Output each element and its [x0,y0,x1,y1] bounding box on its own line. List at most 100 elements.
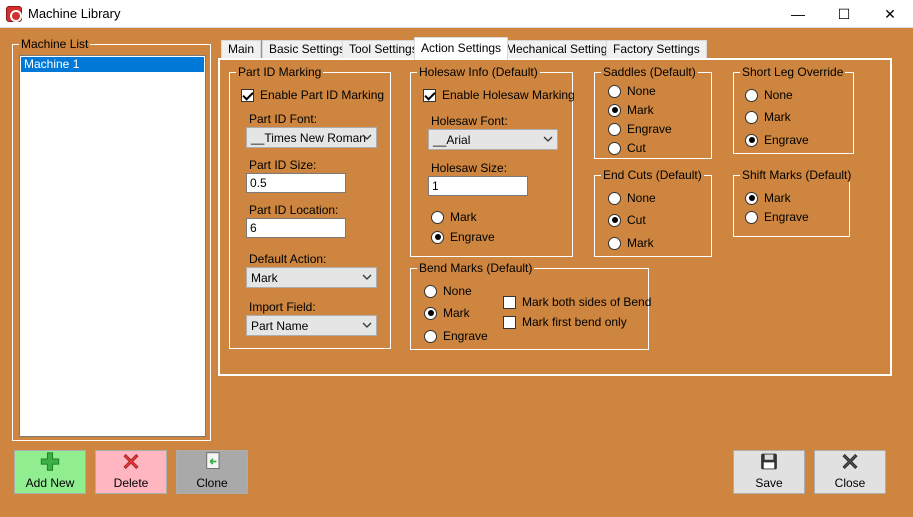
end-cuts-none-radio[interactable]: None [608,191,656,205]
radio-label: Cut [627,141,646,155]
radio-label: Mark [450,210,477,224]
bend-engrave-radio[interactable]: Engrave [424,329,488,343]
checkbox-box[interactable] [423,88,436,102]
default-action-label: Default Action: [249,252,327,266]
add-new-button[interactable]: Add New [14,450,86,494]
saddles-mark-radio[interactable]: Mark [608,103,654,117]
mark-both-sides-checkbox[interactable]: Mark both sides of Bend [503,295,651,309]
delete-button[interactable]: Delete [95,450,167,494]
clone-label: Clone [196,476,228,490]
bend-none-radio[interactable]: None [424,284,472,298]
short-leg-engrave-radio[interactable]: Engrave [745,133,809,147]
enable-part-id-label: Enable Part ID Marking [260,88,385,102]
machine-list-title: Machine List [19,37,91,51]
short-leg-none-radio[interactable]: None [745,88,793,102]
radio-label: Engrave [764,210,809,224]
tab-mechanical-settings[interactable]: Mechanical Settings [499,40,621,59]
short-leg-mark-radio[interactable]: Mark [745,110,791,124]
radio-circle[interactable] [608,103,621,117]
holesaw-info-title: Holesaw Info (Default) [417,65,540,79]
close-label: Close [834,476,866,490]
chevron-down-icon [543,136,553,142]
saddles-cut-radio[interactable]: Cut [608,141,646,155]
part-id-location-input[interactable]: 6 [246,218,346,238]
close-button[interactable]: Close [814,450,886,494]
end-cuts-cut-radio[interactable]: Cut [608,213,646,227]
radio-circle[interactable] [745,88,758,102]
radio-label: None [443,284,472,298]
holesaw-mark-radio[interactable]: Mark [431,210,477,224]
radio-circle[interactable] [424,306,437,320]
saddles-engrave-radio[interactable]: Engrave [608,122,672,136]
radio-circle[interactable] [424,329,437,343]
radio-label: Engrave [443,329,488,343]
checkbox-box[interactable] [503,295,516,309]
close-window-button[interactable]: ✕ [867,0,913,28]
end-cuts-mark-radio[interactable]: Mark [608,236,654,250]
holesaw-engrave-radio[interactable]: Engrave [431,230,495,244]
radio-label: None [627,191,656,205]
bend-marks-title: Bend Marks (Default) [417,261,535,275]
radio-circle[interactable] [608,213,621,227]
radio-circle[interactable] [608,141,621,155]
radio-circle[interactable] [608,122,621,136]
radio-circle[interactable] [608,191,621,205]
radio-circle[interactable] [745,133,758,147]
save-button[interactable]: Save [733,450,805,494]
tab-main[interactable]: Main [221,40,262,59]
enable-holesaw-checkbox[interactable]: Enable Holesaw Marking [423,88,575,102]
radio-circle[interactable] [745,210,758,224]
radio-circle[interactable] [424,284,437,298]
default-action-select[interactable]: Mark [246,267,377,288]
radio-circle[interactable] [431,230,444,244]
minimize-button[interactable]: — [775,0,821,28]
radio-circle[interactable] [745,191,758,205]
enable-part-id-checkbox[interactable]: Enable Part ID Marking [241,88,384,102]
radio-label: Cut [627,213,646,227]
part-id-size-input[interactable]: 0.5 [246,173,346,193]
plus-icon [40,452,60,471]
import-field-select[interactable]: Part Name [246,315,377,336]
list-item[interactable]: Machine 1 [21,57,204,72]
shift-marks-group: Shift Marks (Default) [733,168,854,237]
window-title: Machine Library [28,6,121,21]
import-field-label: Import Field: [249,300,316,314]
holesaw-font-select[interactable]: __Arial [428,129,558,150]
clone-button[interactable]: Clone [176,450,248,494]
part-id-font-select[interactable]: __Times New Roman [246,127,377,148]
radio-label: Mark [627,236,654,250]
clone-document-icon [206,452,220,469]
shift-marks-engrave-radio[interactable]: Engrave [745,210,809,224]
tab-factory-settings[interactable]: Factory Settings [606,40,707,59]
chevron-down-icon [362,134,372,140]
holesaw-font-value: __Arial [433,133,471,147]
delete-label: Delete [113,476,149,490]
maximize-button[interactable]: ☐ [821,0,867,28]
radio-label: Engrave [764,133,809,147]
radio-circle[interactable] [745,110,758,124]
bend-mark-radio[interactable]: Mark [424,306,470,320]
checkbox-box[interactable] [241,88,254,102]
radio-label: Mark [764,191,791,205]
tab-action-settings[interactable]: Action Settings [414,37,509,60]
part-id-marking-title: Part ID Marking [236,65,324,79]
radio-circle[interactable] [608,84,621,98]
chevron-down-icon [362,274,372,280]
tab-basic-settings[interactable]: Basic Settings [262,40,353,59]
saddles-none-radio[interactable]: None [608,84,656,98]
title-bar: Machine Library — ☐ ✕ [0,0,913,28]
mark-both-sides-label: Mark both sides of Bend [522,295,652,309]
mark-first-bend-label: Mark first bend only [522,315,627,329]
radio-label: Mark [627,103,654,117]
shift-marks-mark-radio[interactable]: Mark [745,191,791,205]
end-cuts-title: End Cuts (Default) [601,168,704,182]
radio-label: None [627,84,656,98]
tab-tool-settings[interactable]: Tool Settings [342,40,425,59]
add-new-label: Add New [25,476,75,490]
radio-circle[interactable] [608,236,621,250]
checkbox-box[interactable] [503,315,516,329]
radio-circle[interactable] [431,210,444,224]
mark-first-bend-checkbox[interactable]: Mark first bend only [503,315,627,329]
machine-listbox[interactable]: Machine 1 [19,55,206,437]
holesaw-size-input[interactable]: 1 [428,176,528,196]
